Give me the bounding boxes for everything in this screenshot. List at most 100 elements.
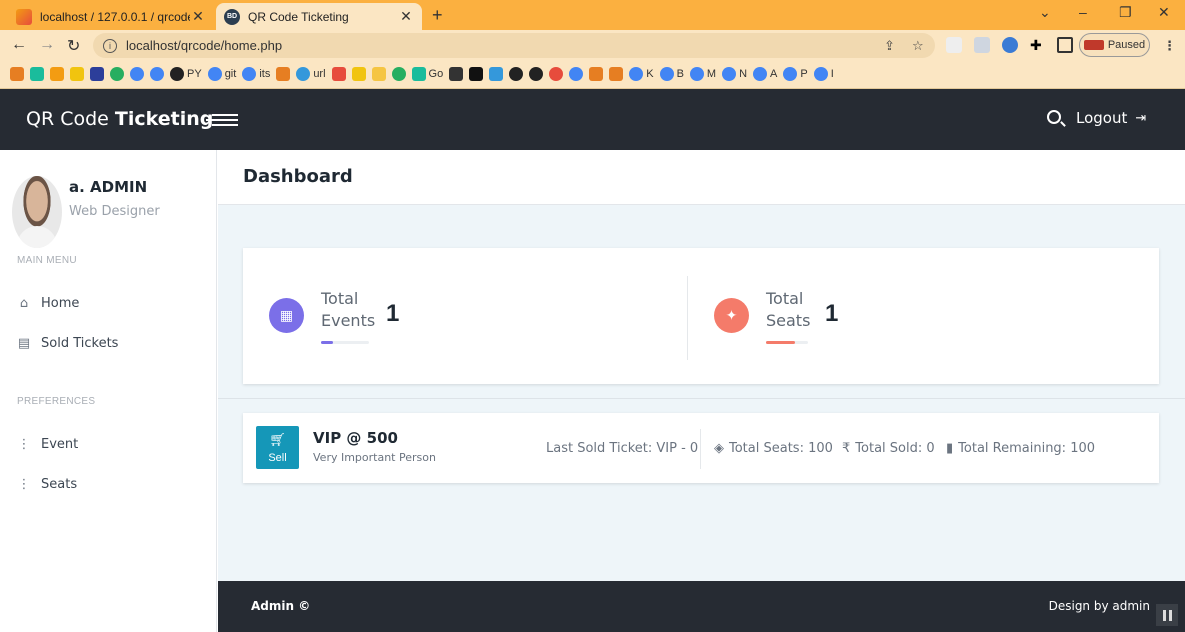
- new-tab-button[interactable]: +: [432, 5, 443, 26]
- share-icon[interactable]: ⇪: [884, 38, 895, 54]
- browser-menu-icon[interactable]: ⋮: [1163, 38, 1176, 54]
- minimize-button[interactable]: –: [1079, 4, 1087, 20]
- bookmark[interactable]: [509, 67, 524, 81]
- bookmark[interactable]: [70, 67, 84, 81]
- bookmark[interactable]: url: [296, 67, 326, 81]
- pause-icon[interactable]: [1156, 604, 1178, 626]
- bookmark[interactable]: its: [242, 67, 270, 81]
- bookmark[interactable]: PY: [170, 67, 202, 81]
- restore-button[interactable]: ❐: [1119, 4, 1132, 21]
- extension-panda-icon[interactable]: [946, 37, 962, 53]
- sidebar-item-home[interactable]: ⌂ Home: [17, 296, 80, 311]
- bookmark[interactable]: Go: [411, 67, 443, 81]
- bookmarks-bar: PY git its url Go K B M N A P I: [0, 60, 1185, 89]
- sidebar-item-seats[interactable]: ⋮ Seats: [17, 477, 78, 492]
- bookmark[interactable]: K: [629, 67, 654, 81]
- close-window-button[interactable]: ✕: [1158, 4, 1170, 21]
- bookmark[interactable]: [50, 67, 64, 81]
- ticket-icon: ▤: [17, 336, 31, 351]
- bookmark-star-icon[interactable]: ☆: [912, 38, 924, 54]
- page-header: Dashboard: [218, 150, 1185, 205]
- bookmark[interactable]: B: [659, 67, 684, 81]
- stats-card: ▦ Total Events 1 ✦ Total Seats 1: [243, 248, 1159, 384]
- tab-qr-code-ticketing[interactable]: BD QR Code Ticketing ✕: [216, 3, 422, 30]
- bookmark[interactable]: [331, 67, 346, 81]
- extension-image-icon[interactable]: [974, 37, 990, 53]
- home-icon: ⌂: [19, 296, 29, 311]
- sidebar-item-label: Sold Tickets: [41, 336, 119, 351]
- brand-text: QR Code: [26, 108, 115, 130]
- bookmark[interactable]: [391, 67, 406, 81]
- footer: Admin © Design by admin: [218, 581, 1185, 632]
- url-input[interactable]: i localhost/qrcode/home.php: [93, 33, 935, 58]
- stat-progress-fill: [321, 341, 333, 344]
- bookmark[interactable]: M: [689, 67, 716, 81]
- address-bar: ← → ↻ i localhost/qrcode/home.php ⇪ ☆ ✚ …: [0, 30, 1185, 60]
- forward-button[interactable]: →: [39, 36, 55, 54]
- logout-button[interactable]: Logout ⇥: [1076, 109, 1146, 127]
- bookmark[interactable]: P: [783, 67, 808, 81]
- section-divider: [218, 398, 1185, 399]
- search-icon[interactable]: [1047, 110, 1061, 124]
- logout-icon: ⇥: [1135, 110, 1147, 126]
- back-button[interactable]: ←: [11, 36, 27, 54]
- extension-at-icon[interactable]: [1002, 37, 1018, 53]
- bookmark[interactable]: [489, 67, 504, 81]
- bookmark[interactable]: [529, 67, 544, 81]
- site-info-icon[interactable]: i: [103, 38, 117, 53]
- bookmark[interactable]: [469, 67, 484, 81]
- sidebar-item-event[interactable]: ⋮ Event: [17, 437, 79, 452]
- profile-paused-button[interactable]: Paused: [1079, 33, 1150, 57]
- main-menu-header: MAIN MENU: [17, 255, 77, 266]
- event-divider: [700, 429, 701, 469]
- main-content: Dashboard ▦ Total Events 1 ✦ Total Seats…: [218, 150, 1185, 581]
- bookmark[interactable]: [351, 67, 366, 81]
- bookmark[interactable]: [549, 67, 564, 81]
- bookmark[interactable]: I: [813, 67, 834, 81]
- list-icon: ⋮: [17, 477, 31, 492]
- bookmark[interactable]: [371, 67, 386, 81]
- sidebar-item-sold-tickets[interactable]: ▤ Sold Tickets: [17, 336, 119, 351]
- users-icon: ✦: [714, 298, 749, 333]
- bookmark[interactable]: [569, 67, 584, 81]
- stat-total-events: ▦ Total Events 1: [243, 248, 687, 384]
- bookmark[interactable]: A: [753, 67, 777, 81]
- bookmark[interactable]: [10, 67, 24, 81]
- bookmark[interactable]: N: [722, 67, 747, 81]
- stat-progress-fill: [766, 341, 796, 344]
- bookmark[interactable]: [30, 67, 44, 81]
- stat-label: Total Seats: [766, 289, 811, 330]
- close-tab-icon[interactable]: ✕: [190, 8, 206, 25]
- bookmark[interactable]: [449, 67, 464, 81]
- bookmark[interactable]: git: [207, 67, 236, 81]
- stat-label: Total Events: [321, 289, 376, 330]
- total-seats: ◈ Total Seats: 100: [714, 441, 833, 456]
- bookmark[interactable]: [276, 67, 291, 81]
- sidebar-item-label: Event: [41, 437, 79, 452]
- bookmark[interactable]: [150, 67, 164, 81]
- total-remaining: ▮ Total Remaining: 100: [946, 441, 1096, 456]
- bookmark[interactable]: [609, 67, 624, 81]
- stat-value: 1: [825, 300, 839, 327]
- event-card: 🛒︎ Sell VIP @ 500 Very Important Person …: [243, 413, 1159, 483]
- brand-logo[interactable]: QR Code Ticketing: [26, 108, 213, 130]
- qr-favicon-icon: BD: [224, 8, 240, 25]
- sidebar-toggle-icon[interactable]: [206, 112, 238, 128]
- stat-progress-bar: [766, 341, 808, 344]
- reload-button[interactable]: ↻: [67, 36, 80, 56]
- footer-copyright: Admin ©: [251, 599, 311, 613]
- total-sold: ₹ Total Sold: 0: [842, 441, 935, 456]
- bookmark[interactable]: [90, 67, 104, 81]
- close-tab-icon[interactable]: ✕: [398, 8, 414, 25]
- bookmark[interactable]: [110, 67, 124, 81]
- tab-title: QR Code Ticketing: [248, 9, 349, 24]
- sell-button[interactable]: 🛒︎ Sell: [256, 426, 299, 469]
- bookmark[interactable]: [130, 67, 144, 81]
- browser-tab-bar: localhost / 127.0.0.1 / qrcode / u ✕ BD …: [0, 0, 1185, 30]
- tab-search-icon[interactable]: ⌄: [1039, 4, 1051, 21]
- side-panel-icon[interactable]: [1057, 37, 1073, 53]
- extensions-puzzle-icon[interactable]: ✚: [1030, 37, 1046, 53]
- tab-phpmyadmin[interactable]: localhost / 127.0.0.1 / qrcode / u ✕: [8, 3, 214, 30]
- profile-status-label: Paused: [1107, 39, 1146, 51]
- bookmark[interactable]: [589, 67, 604, 81]
